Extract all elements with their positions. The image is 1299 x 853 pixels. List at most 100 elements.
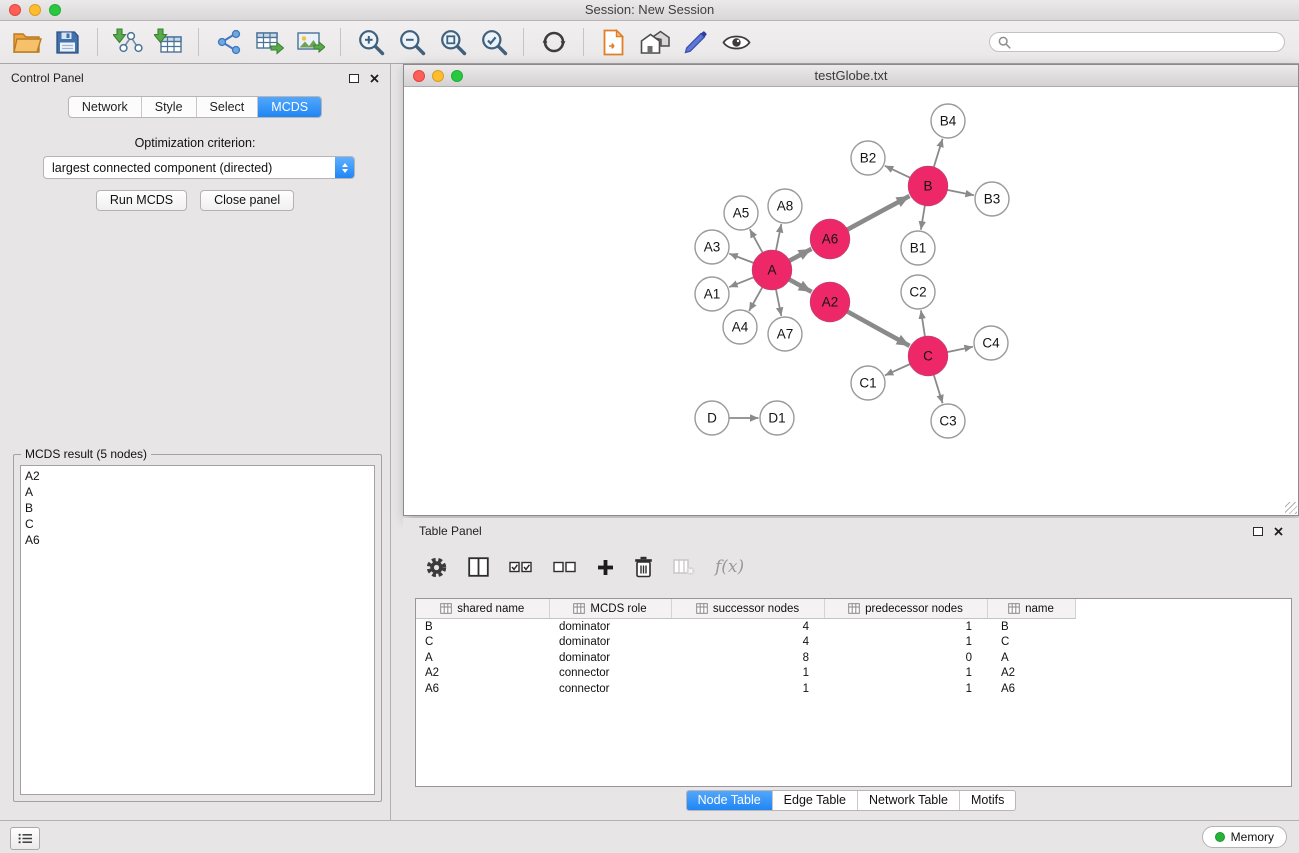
network-edge-A-A4[interactable] — [749, 287, 762, 311]
tab-style[interactable]: Style — [142, 97, 197, 117]
delete-column-button[interactable] — [634, 556, 653, 578]
show-graphics-details-button[interactable] — [716, 24, 757, 60]
column-header-successor-nodes[interactable]: successor nodes — [671, 599, 824, 619]
deselect-all-columns-button[interactable] — [553, 560, 577, 574]
table-cell[interactable]: connector — [549, 681, 671, 697]
network-node-A1[interactable]: A1 — [695, 277, 729, 311]
table-cell[interactable]: 1 — [671, 681, 824, 697]
export-image-button[interactable] — [290, 24, 331, 60]
table-cell[interactable]: A2 — [987, 666, 1075, 682]
table-cell[interactable]: A — [987, 650, 1075, 666]
tab-select[interactable]: Select — [197, 97, 259, 117]
network-edge-B-B2[interactable] — [885, 166, 911, 178]
zoom-window-button[interactable] — [49, 4, 61, 16]
table-cell[interactable]: 8 — [671, 650, 824, 666]
network-node-A[interactable]: A — [753, 251, 792, 290]
network-node-A8[interactable]: A8 — [768, 189, 802, 223]
save-session-button[interactable] — [47, 24, 88, 60]
tab-network[interactable]: Network — [69, 97, 142, 117]
tab-edge-table[interactable]: Edge Table — [773, 791, 858, 810]
float-table-panel-icon[interactable] — [1253, 527, 1263, 536]
close-table-panel-icon[interactable] — [1274, 527, 1283, 536]
close-window-button[interactable] — [9, 4, 21, 16]
network-node-A3[interactable]: A3 — [695, 230, 729, 264]
import-table-button[interactable] — [148, 24, 189, 60]
zoom-fit-button[interactable] — [432, 24, 473, 60]
network-window-titlebar[interactable]: testGlobe.txt — [404, 65, 1298, 87]
table-row[interactable]: Bdominator41B — [416, 619, 1291, 635]
network-view-window[interactable]: testGlobe.txt B4B2BB3A5A8A6B1A3AA1C2A2A4… — [403, 64, 1299, 516]
network-node-B4[interactable]: B4 — [931, 104, 965, 138]
column-header-predecessor-nodes[interactable]: predecessor nodes — [824, 599, 987, 619]
dropdown-stepper-icon[interactable] — [335, 157, 354, 178]
table-cell[interactable]: 1 — [671, 666, 824, 682]
network-node-D[interactable]: D — [695, 401, 729, 435]
table-row[interactable]: A2connector11A2 — [416, 666, 1291, 682]
window-titlebar[interactable]: Session: New Session — [0, 0, 1299, 21]
network-canvas[interactable]: B4B2BB3A5A8A6B1A3AA1C2A2A4A7C4CC1C3DD1 — [404, 87, 1298, 515]
table-cell[interactable]: 1 — [824, 681, 987, 697]
memory-button[interactable]: Memory — [1202, 826, 1287, 848]
network-node-D1[interactable]: D1 — [760, 401, 794, 435]
network-edge-A-A2[interactable] — [789, 279, 812, 292]
table-cell[interactable]: A — [416, 650, 549, 666]
table-cell[interactable]: 1 — [824, 666, 987, 682]
mcds-result-list[interactable]: A2ABCA6 — [20, 465, 375, 795]
function-builder-button[interactable]: f(x) — [715, 557, 744, 577]
mcds-result-item[interactable]: A2 — [21, 468, 374, 484]
mcds-result-item[interactable]: A6 — [21, 532, 374, 548]
table-row[interactable]: Cdominator41C — [416, 635, 1291, 651]
select-all-columns-button[interactable] — [509, 560, 533, 574]
table-cell[interactable]: A6 — [987, 681, 1075, 697]
network-node-A4[interactable]: A4 — [723, 310, 757, 344]
tab-network-table[interactable]: Network Table — [858, 791, 960, 810]
zoom-out-button[interactable] — [391, 24, 432, 60]
network-node-A2[interactable]: A2 — [811, 283, 850, 322]
table-cell[interactable]: A6 — [416, 681, 549, 697]
network-edge-B-B1[interactable] — [921, 205, 925, 229]
document-button[interactable] — [593, 24, 634, 60]
network-node-B2[interactable]: B2 — [851, 141, 885, 175]
table-cell[interactable]: 0 — [824, 650, 987, 666]
network-node-A7[interactable]: A7 — [768, 317, 802, 351]
network-node-C1[interactable]: C1 — [851, 366, 885, 400]
minimize-window-button[interactable] — [29, 4, 41, 16]
network-node-C3[interactable]: C3 — [931, 404, 965, 438]
network-edge-A-A1[interactable] — [729, 277, 754, 287]
network-node-C4[interactable]: C4 — [974, 326, 1008, 360]
show-columns-button[interactable] — [468, 557, 489, 577]
export-network-button[interactable] — [208, 24, 249, 60]
table-cell[interactable]: C — [987, 635, 1075, 651]
network-canvas-container[interactable]: B4B2BB3A5A8A6B1A3AA1C2A2A4A7C4CC1C3DD1 — [404, 87, 1298, 515]
home-view-button[interactable] — [634, 24, 675, 60]
network-node-A5[interactable]: A5 — [724, 196, 758, 230]
annotation-button[interactable] — [675, 24, 716, 60]
network-node-B[interactable]: B — [909, 167, 948, 206]
table-settings-button[interactable] — [425, 556, 448, 579]
tab-mcds[interactable]: MCDS — [258, 97, 321, 117]
network-edge-A2-C[interactable] — [847, 311, 910, 346]
network-zoom-button[interactable] — [451, 70, 463, 82]
network-edge-A-A8[interactable] — [776, 224, 781, 251]
network-edge-C-C4[interactable] — [947, 347, 973, 352]
network-node-B1[interactable]: B1 — [901, 231, 935, 265]
table-row[interactable]: Adominator80A — [416, 650, 1291, 666]
column-header-shared-name[interactable]: shared name — [416, 599, 549, 619]
table-cell[interactable]: dominator — [549, 635, 671, 651]
table-cell[interactable]: A2 — [416, 666, 549, 682]
network-node-A6[interactable]: A6 — [811, 220, 850, 259]
tab-motifs[interactable]: Motifs — [960, 791, 1015, 810]
node-table-container[interactable]: shared name MCDS role successor nodes pr… — [415, 598, 1292, 787]
refresh-view-button[interactable] — [533, 24, 574, 60]
mcds-result-item[interactable]: C — [21, 516, 374, 532]
network-edge-A6-B[interactable] — [847, 196, 909, 230]
table-cell[interactable]: dominator — [549, 619, 671, 635]
network-node-C2[interactable]: C2 — [901, 275, 935, 309]
table-cell[interactable]: dominator — [549, 650, 671, 666]
table-cell[interactable]: B — [987, 619, 1075, 635]
column-header-mcds-role[interactable]: MCDS role — [549, 599, 671, 619]
zoom-in-button[interactable] — [350, 24, 391, 60]
import-network-button[interactable] — [107, 24, 148, 60]
network-edge-A-A5[interactable] — [750, 229, 763, 253]
network-edge-B-B4[interactable] — [934, 139, 943, 168]
